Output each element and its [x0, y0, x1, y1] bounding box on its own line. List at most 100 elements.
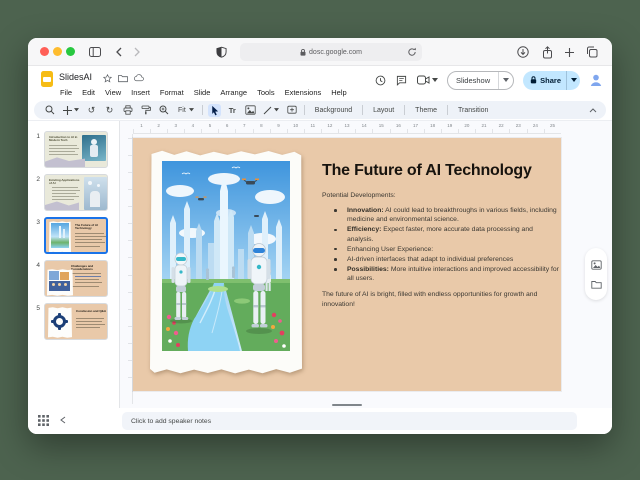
textbox-icon[interactable]: Tr	[226, 104, 239, 117]
privacy-shield-icon[interactable]	[214, 45, 228, 59]
new-tab-icon[interactable]	[562, 45, 576, 59]
bullet-item[interactable]: Possibilities: More intuitive interactio…	[322, 265, 560, 283]
menu-format[interactable]: Format	[156, 87, 188, 98]
minimize-window-button[interactable]	[53, 47, 62, 56]
share-page-icon[interactable]	[540, 45, 554, 59]
sidebar-toggle-icon[interactable]	[88, 45, 102, 59]
slide-title[interactable]: The Future of AI Technology	[322, 162, 560, 180]
slideshow-dropdown[interactable]	[498, 71, 513, 89]
slide-editor[interactable]: The Future of AI Technology Potential De…	[133, 138, 561, 391]
slides-logo-icon[interactable]	[41, 71, 53, 87]
select-tool-icon[interactable]	[207, 103, 221, 117]
meet-button[interactable]	[416, 75, 438, 85]
slide-thumbnail-3-selected[interactable]: The Future of AI Technology	[44, 217, 108, 254]
menu-tools[interactable]: Tools	[253, 87, 279, 98]
share-dropdown[interactable]	[566, 70, 580, 90]
collapse-filmstrip-icon[interactable]	[60, 416, 66, 424]
desktop: dosc.google.com SlidesAI File Edit View …	[0, 0, 640, 480]
menu-extensions[interactable]: Extensions	[281, 87, 326, 98]
horizontal-ruler: 1 2 3 4 5 6 7 8 9 10 11 12 13 14 15 16 17 18 19 20 21 22 23 24 2…	[133, 121, 561, 134]
search-menus-icon[interactable]	[43, 104, 56, 117]
thumbnail-row-5[interactable]: 5 Conclusion and Q&A	[28, 303, 120, 340]
move-folder-icon[interactable]	[118, 73, 128, 83]
toolbar: ↺ ↻ Fit Tr Background Layout Theme Trans…	[34, 101, 606, 119]
star-icon[interactable]	[102, 73, 112, 83]
slide-intro-label[interactable]: Potential Developments:	[322, 192, 560, 199]
back-icon[interactable]	[112, 45, 126, 59]
slide-bullet-list[interactable]: Innovation: AI could lead to breakthroug…	[322, 206, 560, 283]
chevron-down-icon	[431, 78, 438, 82]
close-window-button[interactable]	[40, 47, 49, 56]
futuristic-city-image	[162, 161, 290, 351]
thumb5-diagram-photo	[48, 307, 72, 338]
bullet-item[interactable]: Efficiency: Expect faster, more accurate…	[322, 225, 560, 243]
slide-thumbnail-2[interactable]: Existing Applications of AI	[44, 174, 108, 211]
menu-file[interactable]: File	[56, 87, 76, 98]
collapse-toolbar-icon[interactable]	[589, 107, 597, 113]
layout-button[interactable]: Layout	[368, 107, 399, 114]
redo-icon[interactable]: ↻	[103, 104, 116, 117]
paint-format-icon[interactable]	[139, 104, 152, 117]
photos-panel-icon[interactable]	[590, 259, 602, 270]
theme-button[interactable]: Theme	[410, 107, 442, 114]
account-avatar[interactable]	[589, 73, 603, 87]
divider	[446, 105, 448, 115]
menu-edit[interactable]: Edit	[78, 87, 99, 98]
torn-photo-frame[interactable]	[150, 149, 302, 375]
grid-view-icon[interactable]	[38, 415, 49, 426]
lock-icon	[300, 48, 306, 56]
ruler-number: 24	[532, 123, 538, 128]
background-button[interactable]: Background	[310, 107, 357, 114]
insert-comment-icon[interactable]	[286, 104, 299, 117]
transition-button[interactable]: Transition	[453, 107, 493, 114]
cloud-status-icon[interactable]	[134, 73, 144, 83]
thumbnail-row-3[interactable]: 3 The Future of AI Technology	[28, 217, 120, 254]
reload-icon[interactable]	[407, 47, 417, 57]
insert-line-icon[interactable]	[262, 104, 281, 117]
tab-overview-icon[interactable]	[585, 45, 599, 59]
print-icon[interactable]	[121, 104, 134, 117]
vertical-ruler	[120, 134, 133, 404]
menu-arrange[interactable]: Arrange	[216, 87, 251, 98]
ruler-number: 18	[430, 123, 436, 128]
share-button[interactable]: Share	[523, 70, 580, 90]
menu-help[interactable]: Help	[327, 87, 350, 98]
bullet-item[interactable]: AI-driven interfaces that adapt to indiv…	[322, 255, 560, 264]
lock-icon	[530, 76, 537, 84]
zoom-window-button[interactable]	[66, 47, 75, 56]
slide-thumbnail-1[interactable]: Introduction to AI in Modern Tech	[44, 131, 108, 168]
ruler-number: 8	[260, 123, 263, 128]
new-slide-button[interactable]	[61, 104, 80, 117]
downloads-icon[interactable]	[516, 45, 530, 59]
slide-text-block[interactable]: The Future of AI Technology Potential De…	[322, 162, 560, 309]
menu-insert[interactable]: Insert	[127, 87, 154, 98]
bullet-item[interactable]: Enhancing User Experience:	[322, 245, 560, 254]
menu-slide[interactable]: Slide	[190, 87, 215, 98]
ruler-number: 19	[447, 123, 453, 128]
slide-thumbnail-5[interactable]: Conclusion and Q&A	[44, 303, 108, 340]
notes-resize-handle[interactable]	[332, 404, 362, 406]
ruler-number: 15	[378, 123, 384, 128]
document-title[interactable]: SlidesAI	[59, 72, 92, 82]
ruler-number: 5	[208, 123, 212, 128]
slide-thumbnail-4[interactable]: Challenges and Considerations	[44, 260, 108, 297]
speaker-notes-input[interactable]: Click to add speaker notes	[122, 412, 577, 430]
insert-image-icon[interactable]	[244, 104, 257, 117]
forward-icon[interactable]	[130, 45, 144, 59]
undo-icon[interactable]: ↺	[85, 104, 98, 117]
slide-closing-text[interactable]: The future of AI is bright, filled with …	[322, 290, 560, 309]
slideshow-button[interactable]: Slideshow	[446, 70, 515, 90]
zoom-fit-select[interactable]: Fit	[175, 107, 197, 114]
comments-icon[interactable]	[396, 74, 408, 86]
thumbnail-row-2[interactable]: 2 Existing Applications of AI	[28, 174, 120, 211]
folder-panel-icon[interactable]	[590, 280, 602, 289]
ruler-number: 14	[361, 123, 367, 128]
thumbnail-row-4[interactable]: 4 Challenges and Considerations	[28, 260, 120, 297]
thumbnail-row-1[interactable]: 1 Introduction to AI in Modern Tech	[28, 131, 120, 168]
menu-view[interactable]: View	[101, 87, 125, 98]
address-bar[interactable]: dosc.google.com	[240, 43, 422, 61]
bullet-item[interactable]: Innovation: AI could lead to breakthroug…	[322, 206, 560, 224]
version-history-icon[interactable]	[375, 74, 387, 86]
zoom-icon[interactable]	[157, 104, 170, 117]
ruler-number: 13	[344, 123, 350, 128]
